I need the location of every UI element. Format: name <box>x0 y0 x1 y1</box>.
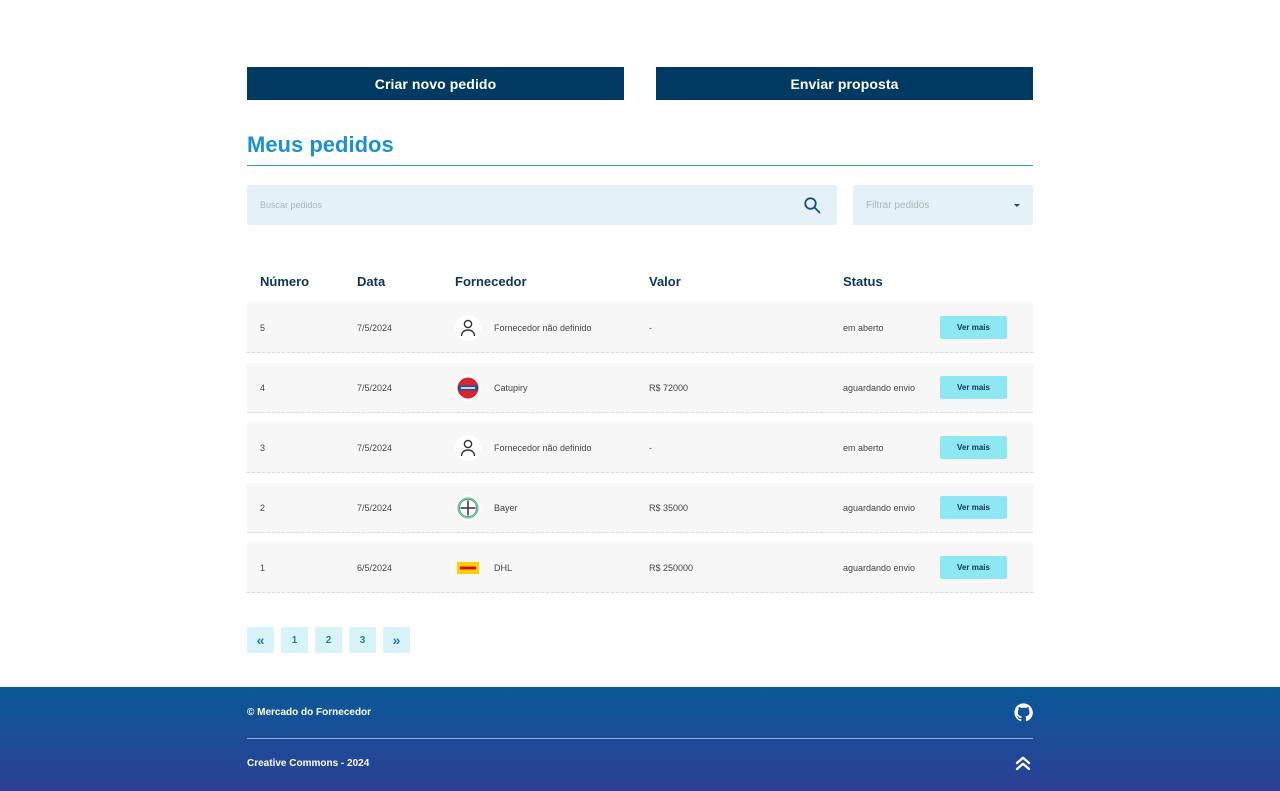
table-row: 4 7/5/2024 Catupiry R$ 72000 aguardando … <box>247 363 1033 413</box>
order-date: 7/5/2024 <box>357 502 393 513</box>
bayer-logo <box>455 494 481 521</box>
supplier-name: Fornecedor não definido <box>494 322 592 333</box>
order-status: aguardando envio <box>843 382 916 393</box>
order-number: 3 <box>260 442 266 453</box>
order-date: 6/5/2024 <box>357 562 393 573</box>
order-value: R$ 250000 <box>649 562 694 573</box>
search-icon[interactable] <box>803 196 821 214</box>
order-number: 2 <box>260 502 266 513</box>
dhl-logo <box>455 555 481 581</box>
search-input[interactable] <box>260 200 780 210</box>
caret-down-icon <box>1014 203 1020 207</box>
table-row: 3 7/5/2024 Fornecedor não definido - em … <box>247 423 1033 473</box>
supplier-name: Catupiry <box>494 382 528 393</box>
user-icon <box>455 314 481 341</box>
order-value: - <box>649 442 652 453</box>
first-page-button[interactable]: « <box>247 627 274 653</box>
column-header-number: Número <box>260 273 310 289</box>
column-header-supplier: Fornecedor <box>455 273 527 289</box>
order-number: 4 <box>260 382 266 393</box>
filter-select[interactable]: Filtrar pedidos <box>853 185 1033 225</box>
footer: © Mercado do Fornecedor Creative Commons… <box>0 687 1280 791</box>
page-button-3[interactable]: 3 <box>349 627 376 653</box>
order-value: - <box>649 322 652 333</box>
orders-table: 5 7/5/2024 Fornecedor não definido - em … <box>247 303 1033 603</box>
page-title: Meus pedidos <box>247 130 1033 166</box>
order-date: 7/5/2024 <box>357 382 393 393</box>
filter-placeholder: Filtrar pedidos <box>866 199 930 211</box>
user-icon <box>455 434 481 461</box>
column-header-status: Status <box>843 273 883 289</box>
order-value: R$ 72000 <box>649 382 689 393</box>
view-more-button[interactable]: Ver mais <box>940 376 1007 399</box>
footer-license: Creative Commons - 2024 <box>247 757 370 769</box>
table-row: 2 7/5/2024 Bayer R$ 35000 aguardando env… <box>247 483 1033 533</box>
order-number: 5 <box>260 322 266 333</box>
footer-top-row: © Mercado do Fornecedor <box>247 687 1033 739</box>
order-status: em aberto <box>843 322 884 333</box>
send-proposal-button[interactable]: Enviar proposta <box>656 67 1033 100</box>
order-status: em aberto <box>843 442 884 453</box>
footer-copyright: © Mercado do Fornecedor <box>247 707 372 718</box>
order-status: aguardando envio <box>843 502 916 513</box>
page-button-2[interactable]: 2 <box>315 627 342 653</box>
supplier-name: DHL <box>494 562 513 573</box>
footer-bottom-row: Creative Commons - 2024 <box>247 739 1033 787</box>
page-button-1[interactable]: 1 <box>281 627 308 653</box>
supplier-name: Fornecedor não definido <box>494 442 592 453</box>
order-date: 7/5/2024 <box>357 442 393 453</box>
column-header-value: Valor <box>649 273 681 289</box>
column-header-date: Data <box>357 273 386 289</box>
action-bar: Criar novo pedido Enviar proposta <box>247 67 1033 100</box>
last-page-button[interactable]: » <box>383 627 410 653</box>
view-more-button[interactable]: Ver mais <box>940 316 1007 339</box>
supplier-name: Bayer <box>494 502 518 513</box>
github-icon[interactable] <box>1013 703 1033 723</box>
table-row: 1 6/5/2024 DHL R$ 250000 aguardando envi… <box>247 543 1033 593</box>
catupiry-logo <box>455 374 481 401</box>
filters-bar: Filtrar pedidos <box>247 185 1033 225</box>
create-order-button[interactable]: Criar novo pedido <box>247 67 624 100</box>
view-more-button[interactable]: Ver mais <box>940 496 1007 519</box>
view-more-button[interactable]: Ver mais <box>940 556 1007 579</box>
order-status: aguardando envio <box>843 562 916 573</box>
order-value: R$ 35000 <box>649 502 689 513</box>
chevrons-up-icon[interactable] <box>1013 753 1033 773</box>
table-header: Número Data Fornecedor Valor Status <box>247 270 1033 292</box>
order-date: 7/5/2024 <box>357 322 393 333</box>
order-number: 1 <box>260 562 266 573</box>
table-row: 5 7/5/2024 Fornecedor não definido - em … <box>247 303 1033 353</box>
pagination: « 1 2 3 » <box>247 627 1033 653</box>
view-more-button[interactable]: Ver mais <box>940 436 1007 459</box>
search-box <box>247 185 837 225</box>
